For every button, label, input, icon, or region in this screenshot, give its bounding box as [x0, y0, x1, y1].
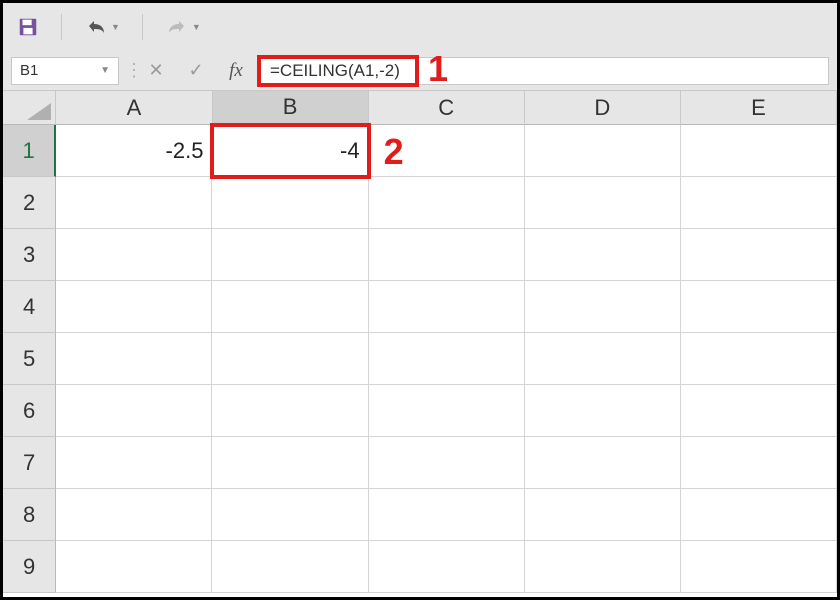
grid-row-1: 1 -2.5 -4 2: [3, 125, 837, 177]
row-header-7[interactable]: 7: [3, 437, 56, 489]
cell-D7[interactable]: [525, 437, 681, 489]
cell-E3[interactable]: [681, 229, 837, 281]
column-header-A[interactable]: A: [56, 91, 212, 125]
cell-E1[interactable]: [681, 125, 837, 177]
grid-row-6: 6: [3, 385, 837, 437]
cell-B6[interactable]: [212, 385, 368, 437]
quick-access-toolbar: ▼ ▼: [3, 3, 837, 51]
callout-1-label: 1: [428, 48, 448, 90]
column-header-E[interactable]: E: [681, 91, 837, 125]
grid-row-2: 2: [3, 177, 837, 229]
row-header-6[interactable]: 6: [3, 385, 56, 437]
cell-E5[interactable]: [681, 333, 837, 385]
column-header-row: A B C D E: [3, 91, 837, 125]
column-header-D[interactable]: D: [525, 91, 681, 125]
grid-row-8: 8: [3, 489, 837, 541]
cell-C4[interactable]: [369, 281, 525, 333]
row-header-3[interactable]: 3: [3, 229, 56, 281]
grid-row-3: 3: [3, 229, 837, 281]
fx-icon: fx: [229, 60, 243, 82]
check-icon: ✓: [188, 60, 203, 81]
insert-function-button[interactable]: fx: [219, 57, 253, 85]
formula-text: =CEILING(A1,-2): [270, 61, 400, 81]
row-header-4[interactable]: 4: [3, 281, 56, 333]
cell-E4[interactable]: [681, 281, 837, 333]
row-header-5[interactable]: 5: [3, 333, 56, 385]
column-header-B[interactable]: B: [213, 91, 369, 125]
row-header-8[interactable]: 8: [3, 489, 56, 541]
cell-A2[interactable]: [56, 177, 212, 229]
save-icon: [17, 16, 39, 38]
cancel-formula-button[interactable]: ✕: [139, 57, 173, 85]
cell-E7[interactable]: [681, 437, 837, 489]
cell-A8[interactable]: [56, 489, 212, 541]
name-box[interactable]: B1 ▼: [11, 57, 119, 85]
cell-C8[interactable]: [369, 489, 525, 541]
cell-D4[interactable]: [525, 281, 681, 333]
cell-B5[interactable]: [212, 333, 368, 385]
cell-E6[interactable]: [681, 385, 837, 437]
cell-E9[interactable]: [681, 541, 837, 593]
callout-2-label: 2: [384, 131, 404, 173]
formula-bar: B1 ▼ ⋮ ✕ ✓ fx =CEILING(A1,-2) 1: [3, 51, 837, 91]
cell-B4[interactable]: [212, 281, 368, 333]
grid-row-9: 9: [3, 541, 837, 593]
cell-A4[interactable]: [56, 281, 212, 333]
cell-A9[interactable]: [56, 541, 212, 593]
cell-C2[interactable]: [369, 177, 525, 229]
cell-A6[interactable]: [56, 385, 212, 437]
cell-A3[interactable]: [56, 229, 212, 281]
cell-E8[interactable]: [681, 489, 837, 541]
cell-D5[interactable]: [525, 333, 681, 385]
cell-C5[interactable]: [369, 333, 525, 385]
cell-D8[interactable]: [525, 489, 681, 541]
cell-A5[interactable]: [56, 333, 212, 385]
chevron-down-icon: ▼: [111, 22, 120, 32]
select-all-corner[interactable]: [3, 91, 56, 125]
name-box-value: B1: [20, 62, 38, 79]
cell-B9[interactable]: [212, 541, 368, 593]
qat-separator: [61, 14, 62, 40]
grid-row-5: 5: [3, 333, 837, 385]
undo-button[interactable]: ▼: [84, 17, 120, 37]
redo-icon: [165, 17, 189, 37]
cell-B2[interactable]: [212, 177, 368, 229]
redo-button[interactable]: ▼: [165, 17, 201, 37]
cell-B7[interactable]: [212, 437, 368, 489]
cell-E2[interactable]: [681, 177, 837, 229]
save-button[interactable]: [17, 16, 39, 38]
cell-A1[interactable]: -2.5: [56, 125, 212, 177]
cell-D2[interactable]: [525, 177, 681, 229]
spreadsheet-grid: A B C D E 1 -2.5 -4 2 2 3 4: [3, 91, 837, 593]
cell-C6[interactable]: [369, 385, 525, 437]
cell-C9[interactable]: [369, 541, 525, 593]
cell-C7[interactable]: [369, 437, 525, 489]
undo-icon: [84, 17, 108, 37]
enter-formula-button[interactable]: ✓: [179, 57, 213, 85]
cell-A7[interactable]: [56, 437, 212, 489]
qat-separator: [142, 14, 143, 40]
cell-B1[interactable]: -4 2: [212, 125, 368, 177]
row-header-1[interactable]: 1: [3, 125, 56, 177]
grid-row-4: 4: [3, 281, 837, 333]
chevron-down-icon: ▼: [192, 22, 201, 32]
cell-D3[interactable]: [525, 229, 681, 281]
formula-bar-separator: ⋮: [125, 60, 133, 81]
cell-C3[interactable]: [369, 229, 525, 281]
cell-B3[interactable]: [212, 229, 368, 281]
chevron-down-icon: ▼: [100, 65, 110, 76]
formula-input[interactable]: =CEILING(A1,-2) 1: [259, 57, 829, 85]
grid-row-7: 7: [3, 437, 837, 489]
row-header-2[interactable]: 2: [3, 177, 56, 229]
cell-D6[interactable]: [525, 385, 681, 437]
cell-D1[interactable]: [525, 125, 681, 177]
cancel-icon: ✕: [148, 60, 163, 81]
cell-D9[interactable]: [525, 541, 681, 593]
column-header-C[interactable]: C: [369, 91, 525, 125]
cell-B8[interactable]: [212, 489, 368, 541]
row-header-9[interactable]: 9: [3, 541, 56, 593]
cell-B1-value: -4: [340, 138, 360, 164]
